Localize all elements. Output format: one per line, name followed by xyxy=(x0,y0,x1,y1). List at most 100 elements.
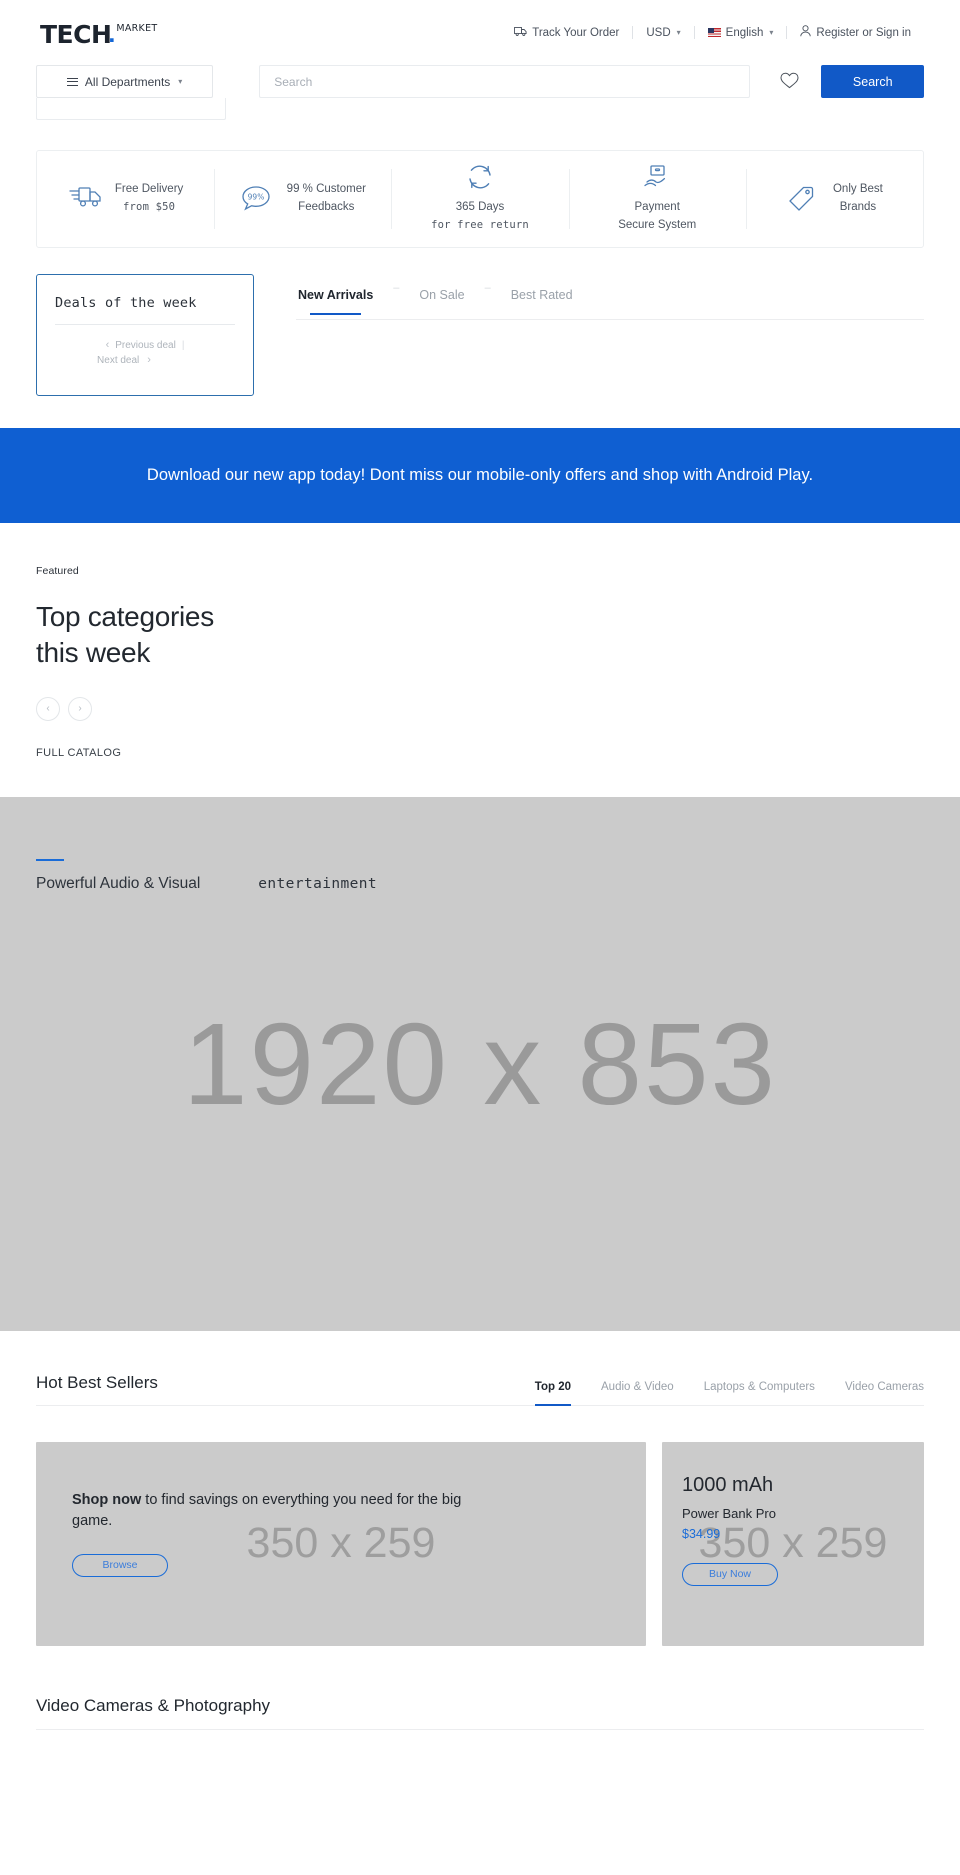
hero-banner[interactable]: 1920 x 853 Powerful Audio & Visual enter… xyxy=(0,796,960,1331)
previous-deal-link[interactable]: Previous deal xyxy=(115,340,176,351)
browse-button[interactable]: Browse xyxy=(72,1553,168,1577)
hot-best-sellers-header: Hot Best Sellers Top 20 Audio & Video La… xyxy=(36,1373,924,1406)
track-order-link[interactable]: Track Your Order xyxy=(501,26,632,40)
feature-line1: Payment xyxy=(634,201,680,214)
language-selector[interactable]: English ▾ xyxy=(695,27,787,39)
carousel-prev-button[interactable]: ‹ xyxy=(36,696,60,721)
tab-top-20[interactable]: Top 20 xyxy=(534,1381,572,1406)
tab-video-cameras[interactable]: Video Cameras xyxy=(845,1381,924,1406)
hot-best-sellers-tabs: Top 20 Audio & Video Laptops & Computers… xyxy=(534,1381,924,1406)
tab-audio-video[interactable]: Audio & Video xyxy=(601,1381,674,1406)
features-bar: Free Delivery from $50 99% 99 % Customer… xyxy=(36,150,924,248)
svg-text:99%: 99% xyxy=(247,193,264,202)
feature-line1: 99 % Customer xyxy=(286,183,366,196)
site-header: TECH . MARKET Track Your Order USD ▾ Eng… xyxy=(36,0,924,58)
currency-selector[interactable]: USD ▾ xyxy=(633,27,693,39)
feature-free-return: 365 Days for free return xyxy=(391,151,568,247)
track-order-label: Track Your Order xyxy=(532,26,620,39)
tab-best-rated[interactable]: Best Rated xyxy=(509,288,575,315)
account-link[interactable]: Register or Sign in xyxy=(787,25,924,40)
hot-best-sellers-title: Hot Best Sellers xyxy=(36,1372,158,1392)
hero-accent-line xyxy=(36,858,64,861)
feature-line2: Feedbacks xyxy=(298,201,355,213)
feature-customer-feedback: 99% 99 % Customer Feedbacks xyxy=(214,151,391,247)
deal-navigation: ‹ Previous deal | Next deal › xyxy=(55,339,235,366)
currency-label: USD xyxy=(646,26,671,39)
featured-title-line1: Top categories xyxy=(36,601,214,632)
app-banner-text: Download our new app today! Dont miss ou… xyxy=(146,466,814,485)
feature-line1: Only Best xyxy=(832,183,883,196)
feature-text: Free Delivery from $50 xyxy=(115,181,183,217)
divider: | xyxy=(181,339,185,351)
promo-product-name: Power Bank Pro xyxy=(682,1505,776,1521)
feature-secure-payment: Payment Secure System xyxy=(568,151,746,247)
promo-headline-bold: Shop now xyxy=(72,1491,142,1508)
wishlist-button[interactable] xyxy=(774,65,806,98)
feature-line2: from $50 xyxy=(123,201,176,213)
tab-new-arrivals[interactable]: New Arrivals xyxy=(296,288,375,315)
promo-content: 1000 mAh Power Bank Pro $34.99 Buy Now xyxy=(662,1442,924,1586)
full-catalog-link[interactable]: FULL CATALOG xyxy=(36,747,121,759)
carousel-next-button[interactable]: › xyxy=(68,696,92,721)
product-tabs: New Arrivals – On Sale – Best Rated xyxy=(296,282,924,320)
next-deal-link[interactable]: Next deal xyxy=(97,355,139,366)
chevron-left-icon: ‹ xyxy=(46,703,50,715)
hamburger-icon xyxy=(66,77,78,86)
hero-headline-primary: Powerful Audio & Visual xyxy=(36,874,201,892)
site-logo[interactable]: TECH . MARKET xyxy=(40,20,158,49)
feature-line1: 365 Days xyxy=(455,201,505,214)
feedback-99-icon: 99% xyxy=(240,184,274,214)
flag-us-icon xyxy=(707,28,721,37)
search-button[interactable]: Search xyxy=(821,65,924,98)
price-tag-icon xyxy=(786,184,820,214)
buy-now-button[interactable]: Buy Now xyxy=(682,1562,778,1586)
truck-icon xyxy=(514,26,527,40)
tab-divider: – xyxy=(484,282,491,294)
secure-payment-icon xyxy=(640,163,674,191)
tab-on-sale[interactable]: On Sale xyxy=(417,288,466,315)
header-utility-links: Track Your Order USD ▾ English ▾ Registe… xyxy=(501,25,924,40)
video-cameras-section: Video Cameras & Photography xyxy=(36,1646,924,1750)
all-departments-button[interactable]: All Departments ▾ xyxy=(36,65,214,98)
search-input[interactable] xyxy=(259,65,750,98)
feature-text: Only Best Brands xyxy=(833,181,883,217)
tab-divider: – xyxy=(393,282,400,294)
language-label: English xyxy=(725,26,764,39)
hero-content: Powerful Audio & Visual entertainment xyxy=(36,858,377,893)
all-departments-label: All Departments xyxy=(84,74,171,89)
feature-best-brands: Only Best Brands xyxy=(745,151,923,247)
logo-text: TECH xyxy=(40,20,112,49)
promo-content: Shop now to find savings on everything y… xyxy=(36,1442,646,1577)
promo-card-shop-now[interactable]: 350 x 259 Shop now to find savings on ev… xyxy=(36,1441,646,1646)
feature-text: 365 Days for free return xyxy=(431,163,529,235)
promo-cards: 350 x 259 Shop now to find savings on ev… xyxy=(36,1441,924,1646)
account-label: Register or Sign in xyxy=(816,26,911,39)
chevron-right-icon: › xyxy=(78,703,82,715)
chevron-right-icon: › xyxy=(147,354,151,366)
hero-headline-secondary: entertainment xyxy=(258,875,377,892)
app-download-banner[interactable]: Download our new app today! Dont miss ou… xyxy=(0,428,960,523)
promo-capacity: 1000 mAh xyxy=(682,1473,774,1496)
feature-line2: Brands xyxy=(839,201,877,213)
featured-eyebrow: Featured xyxy=(36,565,79,577)
tab-laptops-computers[interactable]: Laptops & Computers xyxy=(704,1381,815,1406)
feature-text: 99 % Customer Feedbacks xyxy=(287,181,366,217)
logo-dot-icon: . xyxy=(108,20,116,48)
feature-text: Payment Secure System xyxy=(618,163,696,235)
feature-line1: Free Delivery xyxy=(114,183,184,196)
delivery-truck-icon xyxy=(68,184,102,214)
chevron-left-icon: ‹ xyxy=(105,339,110,351)
logo-subtext: MARKET xyxy=(116,23,158,34)
deals-title: Deals of the week xyxy=(55,295,235,325)
departments-dropdown-panel xyxy=(36,98,226,120)
video-cameras-title: Video Cameras & Photography xyxy=(36,1696,924,1730)
featured-title-line2: this week xyxy=(36,636,151,668)
carousel-arrows: ‹ › xyxy=(36,696,924,721)
featured-section: Featured Top categories this week ‹ › FU… xyxy=(36,523,924,761)
promo-card-power-bank[interactable]: 350 x 259 1000 mAh Power Bank Pro $34.99… xyxy=(662,1441,924,1646)
chevron-down-icon: ▾ xyxy=(676,28,681,37)
product-tabs-area: New Arrivals – On Sale – Best Rated xyxy=(254,274,924,396)
chevron-down-icon: ▾ xyxy=(178,77,183,86)
promo-price: $34.99 xyxy=(682,1526,721,1541)
feature-free-delivery: Free Delivery from $50 xyxy=(37,151,214,247)
